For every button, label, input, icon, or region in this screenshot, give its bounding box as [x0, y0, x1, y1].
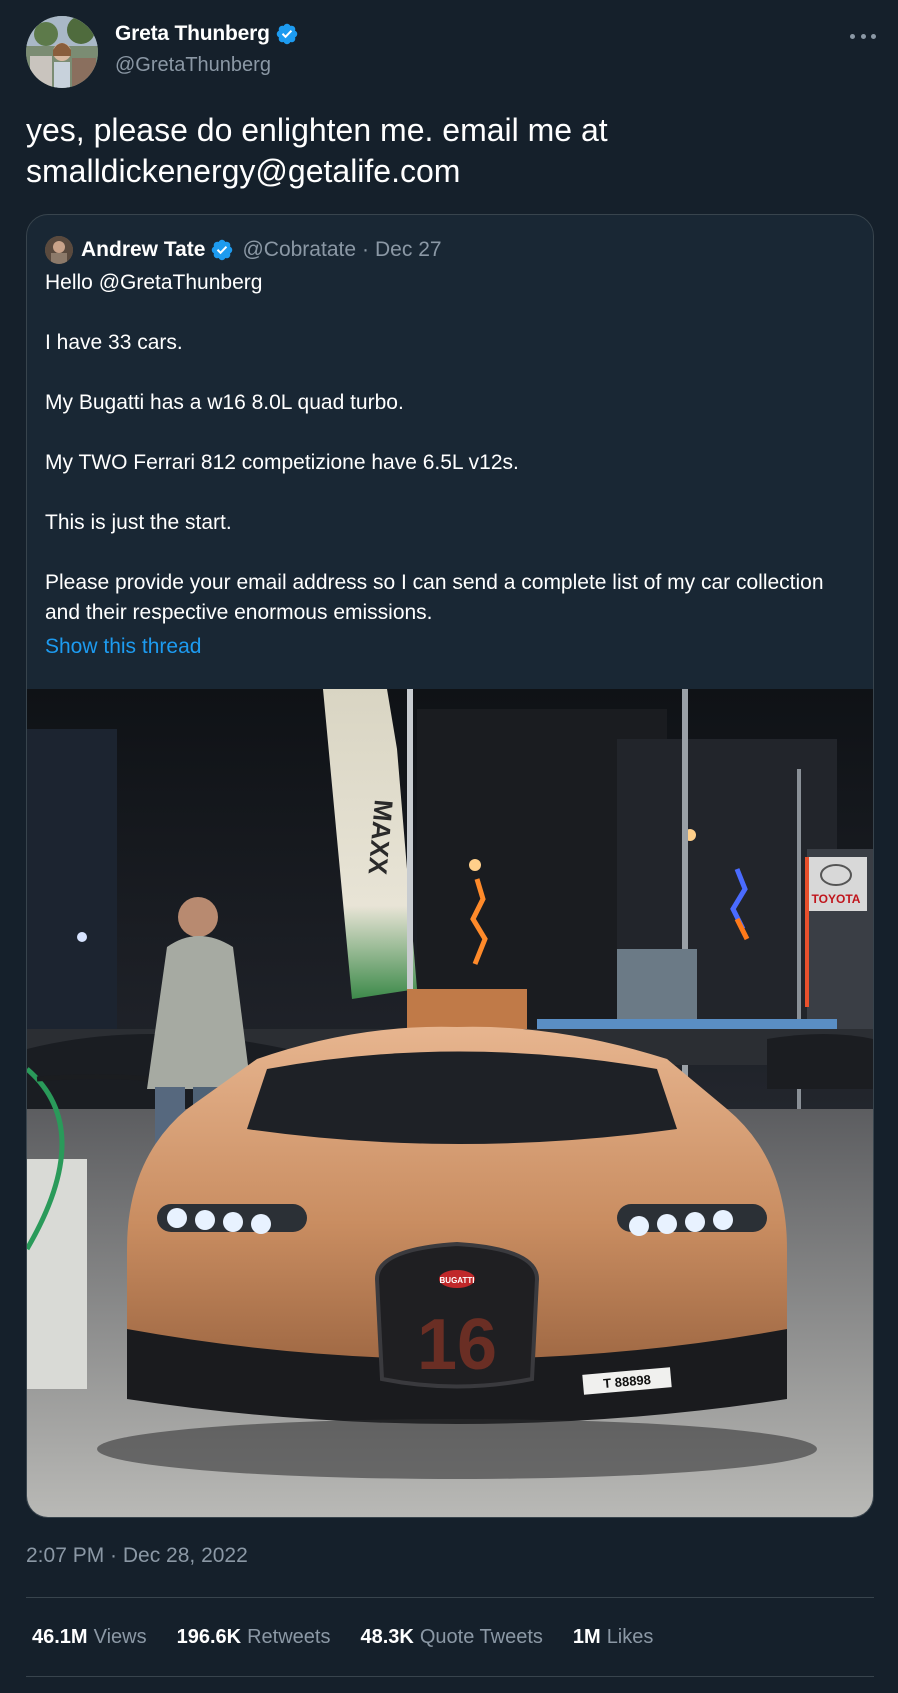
author-name[interactable]: Greta Thunberg: [115, 22, 270, 46]
show-thread-link[interactable]: Show this thread: [45, 635, 201, 659]
bugatti-photo: TOYOTA MAXX BUGATTI 16 T 88898: [27, 689, 873, 1517]
quoted-author-handle: @Cobratate: [242, 238, 357, 261]
quoted-tweet[interactable]: Andrew Tate @Cobratate · Dec 27 Hello @G…: [26, 214, 874, 1518]
quoted-tweet-body: Hello @GretaThunberg I have 33 cars. My …: [45, 268, 855, 628]
quoted-paragraph: My Bugatti has a w16 8.0L quad turbo.: [45, 391, 404, 414]
tweet-timestamp[interactable]: 2:07 PM · Dec 28, 2022: [26, 1544, 248, 1568]
quoted-paragraph: I have 33 cars.: [45, 331, 183, 354]
views-label: Views: [93, 1626, 147, 1648]
quoted-tweet-header: Andrew Tate @Cobratate · Dec 27: [45, 234, 442, 266]
tweet-text-line-1: yes, please do enlighten me. email me at: [26, 112, 608, 148]
retweets-count: 196.6K: [176, 1626, 242, 1648]
quote-tweets-label: Quote Tweets: [419, 1626, 543, 1648]
divider: [26, 1597, 874, 1598]
quoted-paragraph: Please provide your email address so I c…: [45, 571, 824, 624]
likes-count: 1M: [572, 1626, 601, 1648]
quoted-tweet-photo[interactable]: TOYOTA MAXX BUGATTI 16 T 88898: [27, 689, 873, 1517]
toyota-sign-text: TOYOTA: [812, 892, 861, 906]
bugatti-badge-text: BUGATTI: [440, 1276, 475, 1285]
quoted-date: Dec 27: [375, 238, 442, 261]
retweets-stat[interactable]: 196.6K Retweets: [177, 1626, 331, 1649]
tweet-text-line-2: smalldickenergy@getalife.com: [26, 153, 461, 189]
tweet-header: Greta Thunberg @GretaThunberg: [26, 16, 876, 88]
quoted-paragraph: This is just the start.: [45, 511, 232, 534]
separator-dot: ·: [362, 238, 370, 261]
quote-tweets-count: 48.3K: [360, 1626, 414, 1648]
divider: [26, 1676, 874, 1677]
views-stat[interactable]: 46.1M Views: [32, 1626, 147, 1649]
author-handle[interactable]: @GretaThunberg: [115, 54, 271, 77]
views-count: 46.1M: [32, 1626, 88, 1648]
verified-badge-icon: [212, 239, 233, 261]
grille-number: 16: [417, 1305, 497, 1385]
more-options-icon[interactable]: [850, 30, 876, 42]
verified-badge-icon: [276, 23, 297, 45]
quoted-author-name: Andrew Tate: [81, 238, 206, 261]
likes-label: Likes: [606, 1626, 654, 1648]
quoted-paragraph: Hello @GretaThunberg: [45, 271, 263, 294]
quote-tweets-stat[interactable]: 48.3K Quote Tweets: [360, 1626, 542, 1649]
quoted-paragraph: My TWO Ferrari 812 competizione have 6.5…: [45, 451, 519, 474]
tweet-stats: 46.1M Views 196.6K Retweets 48.3K Quote Twe…: [32, 1626, 683, 1649]
retweets-label: Retweets: [247, 1626, 331, 1648]
author-avatar[interactable]: [26, 16, 98, 88]
tweet-text: yes, please do enlighten me. email me at…: [26, 110, 876, 192]
likes-stat[interactable]: 1M Likes: [573, 1626, 654, 1649]
quoted-author-avatar: [45, 236, 73, 264]
